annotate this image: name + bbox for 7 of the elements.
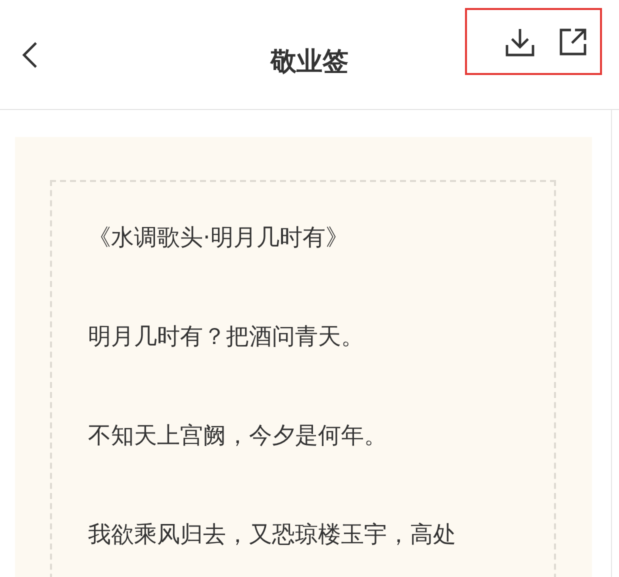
note-paragraph: 我欲乘风归去，又恐琼楼玉宇，高处 — [88, 521, 456, 550]
page-title: 敬业签 — [269, 46, 350, 79]
note-paragraph: 不知天上宫阙，今夕是何年。 — [88, 422, 387, 451]
note-paragraph: 《水调歌头·明月几时有》 — [88, 224, 348, 253]
note-paragraph: 明月几时有？把酒问青天。 — [88, 323, 364, 352]
back-button[interactable] — [20, 40, 40, 70]
share-button[interactable] — [558, 26, 588, 56]
